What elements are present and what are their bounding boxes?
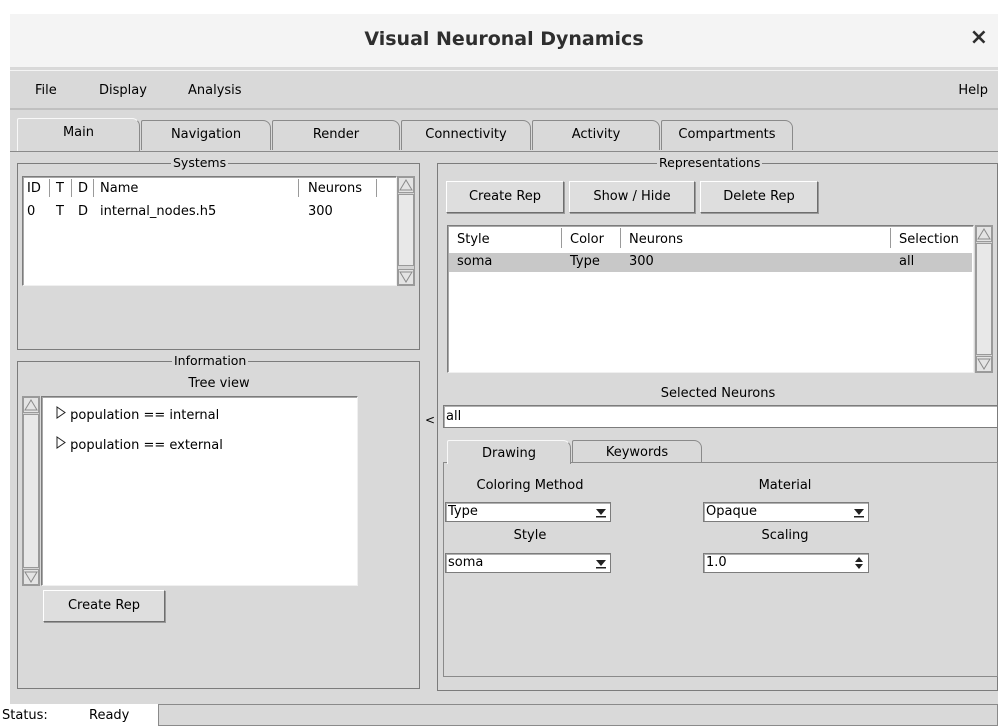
coloring-method-label: Coloring Method <box>476 478 584 493</box>
col-header-d[interactable]: D <box>78 181 88 196</box>
header-separator <box>376 179 377 197</box>
tab-main[interactable]: Main <box>17 118 140 151</box>
create-rep-button[interactable]: Create Rep <box>446 181 564 213</box>
scroll-down-icon[interactable] <box>976 356 992 372</box>
subtab-keywords[interactable]: Keywords <box>572 440 702 462</box>
header-separator <box>561 228 562 248</box>
scaling-value: 1.0 <box>706 555 727 570</box>
scroll-thumb[interactable] <box>398 194 414 266</box>
title-bar: Visual Neuronal Dynamics × <box>10 14 998 68</box>
expand-arrow-icon[interactable] <box>56 436 66 453</box>
create-rep-button-left[interactable]: Create Rep <box>43 590 165 622</box>
style-label: Style <box>513 528 547 543</box>
delete-rep-button[interactable]: Delete Rep <box>700 181 818 213</box>
tree-item[interactable]: population == internal <box>56 406 219 423</box>
coloring-method-value: Type <box>448 504 478 519</box>
selected-neurons-label: Selected Neurons <box>660 386 776 401</box>
rep-row-neurons: 300 <box>629 254 654 269</box>
spin-arrows-icon[interactable] <box>852 556 866 570</box>
tree-item[interactable]: population == external <box>56 436 223 453</box>
scroll-thumb[interactable] <box>976 243 992 355</box>
dropdown-arrow-icon[interactable] <box>852 505 866 519</box>
tree-scrollbar[interactable] <box>22 396 40 586</box>
scroll-thumb[interactable] <box>23 414 39 568</box>
representations-scrollbar[interactable] <box>975 225 993 373</box>
menu-analysis[interactable]: Analysis <box>188 83 242 98</box>
expand-arrow-icon[interactable] <box>56 406 66 423</box>
header-separator <box>71 179 72 197</box>
system-row-neurons[interactable]: 300 <box>308 204 333 219</box>
dropdown-arrow-icon[interactable] <box>594 556 608 570</box>
show-hide-button[interactable]: Show / Hide <box>569 181 695 213</box>
col-header-id[interactable]: ID <box>27 181 41 196</box>
tab-activity[interactable]: Activity <box>532 120 660 150</box>
dropdown-arrow-icon[interactable] <box>594 505 608 519</box>
style-value: soma <box>448 555 484 570</box>
menu-bar: File Display Analysis Help <box>10 70 998 110</box>
tree-view: population == internal population == ext… <box>41 396 358 586</box>
rep-row-selection: all <box>899 254 915 269</box>
tree-item-label: population == internal <box>70 408 220 423</box>
information-title: Information <box>172 353 249 368</box>
window-title: Visual Neuronal Dynamics <box>364 28 644 50</box>
menu-display[interactable]: Display <box>99 83 147 98</box>
tab-navigation[interactable]: Navigation <box>141 120 271 150</box>
tab-compartments[interactable]: Compartments <box>661 120 793 150</box>
scroll-up-icon[interactable] <box>23 397 39 413</box>
systems-scrollbar[interactable] <box>397 176 415 286</box>
tab-baseline <box>10 151 998 152</box>
system-row-d[interactable]: D <box>78 204 88 219</box>
status-label: Status: <box>2 708 48 723</box>
header-separator <box>298 179 299 197</box>
subtab-drawing[interactable]: Drawing <box>447 440 571 464</box>
scroll-up-icon[interactable] <box>398 177 414 193</box>
rep-row-color: Type <box>570 254 600 269</box>
material-value: Opaque <box>706 504 757 519</box>
scaling-label: Scaling <box>761 528 809 543</box>
header-separator <box>49 179 50 197</box>
header-separator <box>93 179 94 197</box>
scroll-down-icon[interactable] <box>398 269 414 285</box>
tab-render[interactable]: Render <box>272 120 400 150</box>
tab-connectivity[interactable]: Connectivity <box>401 120 531 150</box>
representations-table: Style Color Neurons Selection soma Type … <box>447 225 974 373</box>
status-value: Ready <box>89 708 130 723</box>
collapse-panel-icon[interactable]: < <box>425 413 435 427</box>
col-header-neurons[interactable]: Neurons <box>629 232 683 247</box>
menu-file[interactable]: File <box>35 83 57 98</box>
systems-title: Systems <box>171 155 229 170</box>
col-header-neurons[interactable]: Neurons <box>308 181 362 196</box>
system-row-t[interactable]: T <box>56 204 64 219</box>
status-message-field <box>158 704 998 726</box>
material-select[interactable]: Opaque <box>703 502 869 522</box>
material-label: Material <box>758 478 812 493</box>
selected-neurons-input[interactable] <box>443 405 998 428</box>
col-header-selection[interactable]: Selection <box>899 232 959 247</box>
menu-help[interactable]: Help <box>958 83 988 98</box>
header-separator <box>890 228 891 248</box>
style-select[interactable]: soma <box>445 553 611 573</box>
scaling-spinbox[interactable]: 1.0 <box>703 553 869 573</box>
tree-view-label: Tree view <box>188 376 250 391</box>
col-header-name[interactable]: Name <box>100 181 138 196</box>
col-header-color[interactable]: Color <box>570 232 604 247</box>
scroll-down-icon[interactable] <box>23 569 39 585</box>
close-icon[interactable]: × <box>970 25 988 50</box>
coloring-method-select[interactable]: Type <box>445 502 611 522</box>
tree-item-label: population == external <box>70 438 223 453</box>
col-header-style[interactable]: Style <box>457 232 490 247</box>
system-row-name[interactable]: internal_nodes.h5 <box>100 204 216 219</box>
table-row[interactable]: soma Type 300 all <box>449 253 972 272</box>
representations-title: Representations <box>657 155 763 170</box>
header-separator <box>620 228 621 248</box>
col-header-t[interactable]: T <box>56 181 64 196</box>
rep-row-style: soma <box>457 254 493 269</box>
systems-table: ID T D Name Neurons 0 T D internal_nodes… <box>22 176 397 286</box>
scroll-up-icon[interactable] <box>976 226 992 242</box>
system-row-id[interactable]: 0 <box>27 204 35 219</box>
